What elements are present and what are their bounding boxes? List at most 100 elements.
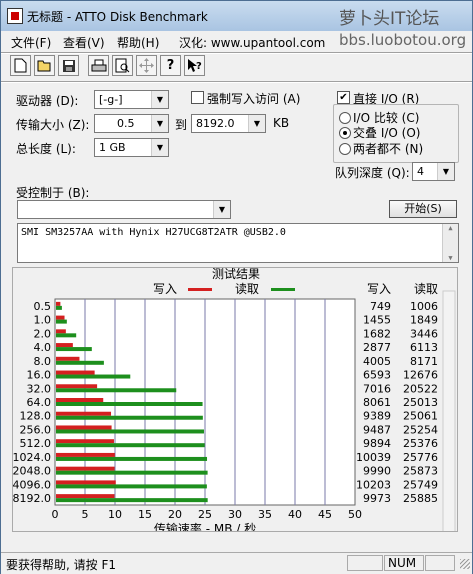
read-value: 25776 bbox=[403, 451, 438, 464]
chevron-down-icon[interactable]: ▼ bbox=[151, 91, 168, 108]
test-results-group: 测试结果 写入 读取 写入 读取 0 5 10 15 20 25 30 35 40 45 50 传输速率 - M… bbox=[12, 266, 458, 538]
write-bar bbox=[56, 370, 95, 375]
force-write-label: 强制写入访问 (A) bbox=[207, 92, 301, 106]
table-scrollbar bbox=[442, 290, 456, 538]
write-bar bbox=[56, 329, 66, 334]
window-title: 无标题 - ATTO Disk Benchmark bbox=[27, 10, 208, 24]
write-value: 1682 bbox=[363, 327, 391, 340]
app-icon[interactable] bbox=[7, 8, 23, 24]
read-bar bbox=[56, 360, 104, 365]
read-value: 6113 bbox=[410, 341, 438, 354]
read-bar bbox=[56, 388, 177, 393]
read-value: 3446 bbox=[410, 327, 438, 340]
legend-read-swatch bbox=[271, 288, 295, 291]
x-tick-label: 45 bbox=[318, 508, 332, 521]
scroll-down-icon[interactable]: ▼ bbox=[443, 254, 458, 262]
y-tick-label: 256.0 bbox=[20, 423, 52, 436]
queue-depth-select[interactable]: 4 ▼ bbox=[412, 162, 455, 181]
read-bar bbox=[56, 402, 203, 406]
y-tick-label: 16.0 bbox=[27, 369, 52, 382]
chevron-down-icon[interactable]: ▼ bbox=[437, 163, 454, 180]
transfer-from-select[interactable]: 0.5 ▼ bbox=[94, 114, 169, 133]
results-chart: 测试结果写入 读取 写入 读取 0 5 10 15 20 25 30 35 40 45 50 传输速率 - M… bbox=[13, 266, 456, 538]
menu-help[interactable]: 帮助(H) bbox=[117, 34, 159, 51]
description-textarea[interactable]: SMI SM3257AA with Hynix H27UCG8T2ATR @US… bbox=[17, 223, 459, 263]
direct-io-checkbox[interactable]: ✔ bbox=[337, 91, 350, 104]
read-value: 25254 bbox=[403, 423, 438, 436]
write-value: 9389 bbox=[363, 410, 391, 423]
transfer-size-label: 传输大小 (Z): bbox=[16, 118, 90, 132]
x-tick-label: 15 bbox=[138, 508, 152, 521]
watermark-url: bbs.luobotou.org bbox=[339, 31, 467, 49]
controlled-by-select[interactable]: ▼ bbox=[17, 200, 231, 219]
drive-select[interactable]: [-g-] ▼ bbox=[94, 90, 169, 109]
write-value: 2877 bbox=[363, 341, 391, 354]
menu-localization[interactable]: 汉化: www.upantool.com bbox=[179, 34, 325, 51]
write-value: 10203 bbox=[356, 478, 391, 491]
read-bar bbox=[56, 305, 62, 310]
scroll-up-icon[interactable]: ▲ bbox=[443, 224, 458, 232]
new-file-icon[interactable] bbox=[10, 55, 31, 76]
save-icon[interactable] bbox=[58, 55, 79, 76]
description-text: SMI SM3257AA with Hynix H27UCG8T2ATR @US… bbox=[21, 227, 286, 238]
status-bar: 要获得帮助, 请按 F1 NUM bbox=[1, 552, 472, 574]
x-tick-label: 10 bbox=[108, 508, 122, 521]
y-tick-label: 32.0 bbox=[27, 382, 52, 395]
context-help-icon[interactable]: ? bbox=[184, 55, 205, 76]
write-bar bbox=[56, 452, 115, 457]
queue-depth-label: 队列深度 (Q): bbox=[335, 166, 410, 180]
legend-write-label: 写入 bbox=[153, 282, 177, 296]
read-value: 20522 bbox=[403, 382, 438, 395]
resize-grip-icon[interactable] bbox=[460, 559, 470, 569]
chevron-down-icon[interactable]: ▼ bbox=[248, 115, 265, 132]
transfer-to-select[interactable]: 8192.0 ▼ bbox=[191, 114, 266, 133]
app-window: 无标题 - ATTO Disk Benchmark 萝卜头IT论坛 bbs.lu… bbox=[0, 0, 473, 574]
read-value: 1006 bbox=[410, 300, 438, 313]
x-tick-label: 50 bbox=[348, 508, 362, 521]
write-bar bbox=[56, 301, 61, 306]
menu-file[interactable]: 文件(F) bbox=[11, 34, 51, 51]
total-length-select[interactable]: 1 GB ▼ bbox=[94, 138, 169, 157]
print-preview-icon[interactable] bbox=[112, 55, 133, 76]
write-bar bbox=[56, 356, 80, 361]
x-tick-label: 30 bbox=[228, 508, 242, 521]
move-icon[interactable] bbox=[136, 55, 157, 76]
write-bar bbox=[56, 439, 114, 444]
write-value: 749 bbox=[370, 300, 391, 313]
write-value: 9990 bbox=[363, 465, 391, 478]
start-button[interactable]: 开始(S) bbox=[389, 200, 457, 218]
y-tick-label: 4096.0 bbox=[13, 478, 51, 491]
open-folder-icon[interactable] bbox=[34, 55, 55, 76]
neither-radio[interactable] bbox=[339, 143, 351, 155]
overlapped-io-radio[interactable] bbox=[339, 127, 351, 139]
chevron-down-icon[interactable]: ▼ bbox=[213, 201, 230, 218]
textarea-scrollbar[interactable]: ▲ ▼ bbox=[442, 224, 458, 262]
y-tick-label: 1.0 bbox=[34, 314, 52, 327]
chevron-down-icon[interactable]: ▼ bbox=[151, 139, 168, 156]
overlapped-io-label: 交叠 I/O (O) bbox=[353, 126, 421, 140]
kb-label: KB bbox=[273, 116, 290, 130]
title-bar[interactable]: 无标题 - ATTO Disk Benchmark 萝卜头IT论坛 bbox=[1, 1, 472, 31]
write-bar bbox=[56, 480, 116, 485]
menu-view[interactable]: 查看(V) bbox=[63, 34, 105, 51]
status-cell-1 bbox=[347, 555, 383, 571]
print-icon[interactable] bbox=[88, 55, 109, 76]
chevron-down-icon[interactable]: ▼ bbox=[151, 115, 168, 132]
force-write-checkbox[interactable] bbox=[191, 91, 204, 104]
controlled-by-label: 受控制于 (B): bbox=[16, 186, 90, 200]
read-bar bbox=[56, 347, 92, 352]
write-bar bbox=[56, 398, 104, 402]
x-axis-label: 传输速率 - MB / 秒 bbox=[154, 521, 256, 531]
y-tick-label: 64.0 bbox=[27, 396, 52, 409]
read-bar bbox=[56, 374, 131, 379]
read-bar bbox=[56, 456, 208, 461]
io-compare-radio[interactable] bbox=[339, 112, 351, 124]
x-tick-label: 40 bbox=[288, 508, 302, 521]
x-tick-label: 35 bbox=[258, 508, 272, 521]
read-bar bbox=[56, 319, 67, 324]
drive-label: 驱动器 (D): bbox=[16, 94, 79, 108]
write-bar bbox=[56, 411, 112, 416]
read-bar bbox=[56, 498, 208, 503]
help-icon[interactable]: ? bbox=[160, 55, 181, 76]
read-value: 25749 bbox=[403, 478, 438, 491]
